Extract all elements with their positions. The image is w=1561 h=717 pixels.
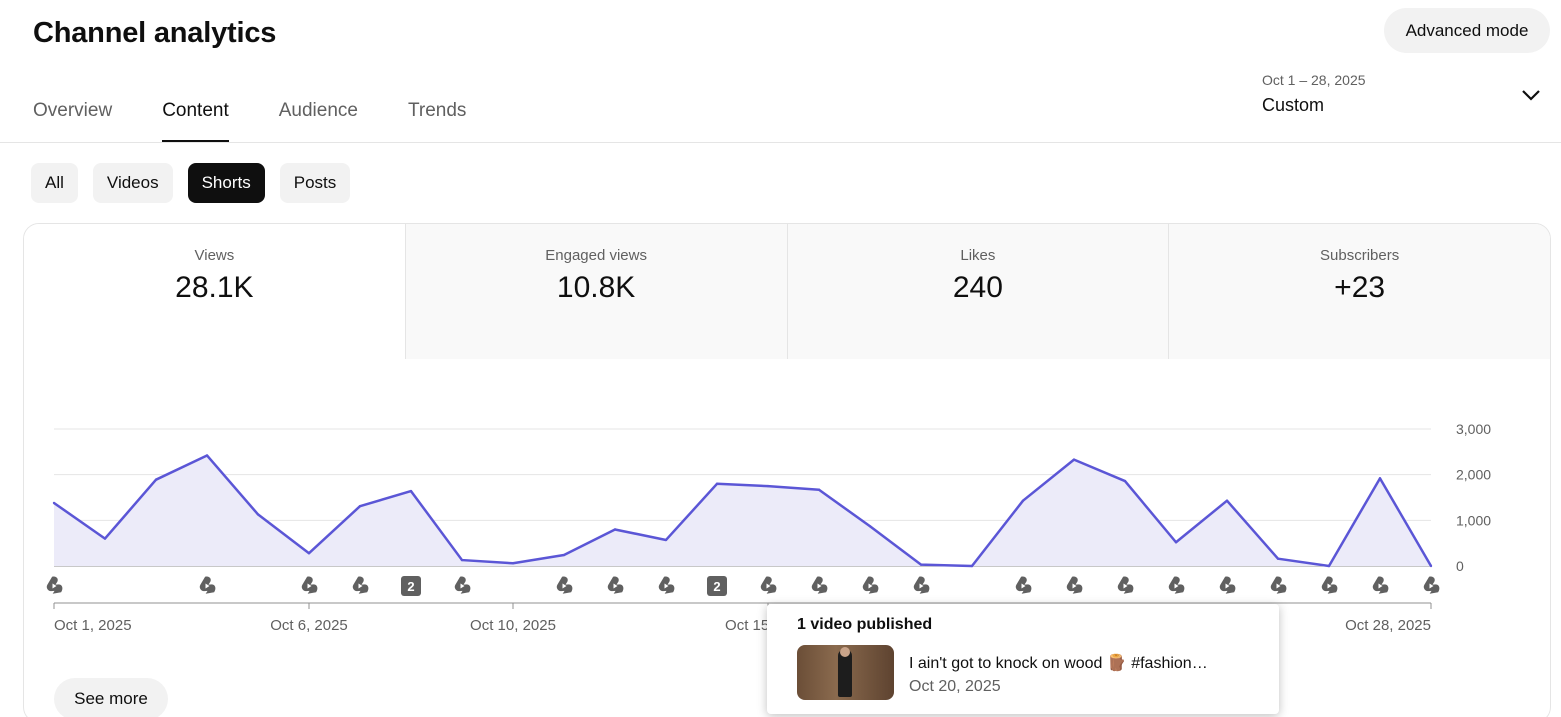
data-point xyxy=(1225,499,1229,502)
shorts-icon xyxy=(352,576,369,594)
y-tick-label: 3,000 xyxy=(1456,421,1491,437)
publish-count-label: 2 xyxy=(407,579,414,594)
data-point xyxy=(715,482,719,485)
shorts-icon xyxy=(913,576,930,594)
data-point xyxy=(1021,499,1025,502)
thumbnail-figure-head xyxy=(840,647,850,657)
data-point xyxy=(256,513,260,516)
data-point xyxy=(970,564,974,568)
shorts-icon xyxy=(1372,576,1389,594)
data-point xyxy=(511,562,515,565)
x-tick-label: Oct 6, 2025 xyxy=(270,617,348,634)
shorts-icon xyxy=(811,576,828,594)
publish-tooltip: 1 video published I ain't got to knock o… xyxy=(767,604,1279,714)
shorts-icon xyxy=(46,576,63,594)
data-point xyxy=(1174,541,1178,544)
shorts-icon xyxy=(1015,576,1032,594)
data-point xyxy=(154,478,158,481)
tooltip-title: 1 video published xyxy=(797,616,933,633)
shorts-icon xyxy=(556,576,573,594)
y-tick-label: 0 xyxy=(1456,558,1464,574)
x-tick-label: Oct 1, 2025 xyxy=(54,617,132,634)
data-point xyxy=(1327,564,1331,568)
x-tick-label: Oct 10, 2025 xyxy=(470,617,556,634)
data-point xyxy=(1276,557,1280,560)
y-tick-label: 2,000 xyxy=(1456,467,1491,483)
shorts-icon xyxy=(301,576,318,594)
tooltip-video-date: Oct 20, 2025 xyxy=(909,678,1001,695)
data-point xyxy=(613,528,617,531)
y-tick-label: 1,000 xyxy=(1456,512,1491,528)
video-thumbnail[interactable] xyxy=(797,645,894,700)
data-point xyxy=(1123,479,1127,483)
data-point xyxy=(664,538,668,542)
data-point xyxy=(919,563,923,566)
data-point xyxy=(52,501,56,505)
shorts-icon xyxy=(1168,576,1185,594)
data-point xyxy=(103,537,107,540)
shorts-icon xyxy=(454,576,471,594)
data-point xyxy=(307,552,311,555)
data-point xyxy=(460,558,464,562)
publish-count-label: 2 xyxy=(713,579,720,594)
shorts-icon xyxy=(1066,576,1083,594)
shorts-icon xyxy=(760,576,777,594)
shorts-icon xyxy=(862,576,879,594)
shorts-icon xyxy=(199,576,216,594)
data-point xyxy=(868,525,872,528)
data-point xyxy=(766,484,770,488)
shorts-icon xyxy=(1117,576,1134,594)
x-tick-label: Oct 28, 2025 xyxy=(1345,617,1431,634)
tooltip-video-title[interactable]: I ain't got to knock on wood 🪵 #fashion… xyxy=(909,653,1239,673)
data-point xyxy=(817,488,821,491)
shorts-icon xyxy=(607,576,624,594)
data-point xyxy=(205,454,209,457)
data-point xyxy=(1429,564,1433,568)
data-point xyxy=(562,553,566,557)
see-more-button[interactable]: See more xyxy=(54,678,168,717)
series-area xyxy=(54,455,1431,566)
shorts-icon xyxy=(1270,576,1287,594)
data-point xyxy=(409,489,413,493)
shorts-icon xyxy=(1219,576,1236,594)
data-point xyxy=(1072,458,1076,461)
shorts-icon xyxy=(1321,576,1338,594)
data-point xyxy=(358,504,362,508)
shorts-icon xyxy=(1423,576,1440,594)
data-point xyxy=(1378,477,1382,480)
shorts-icon xyxy=(658,576,675,594)
